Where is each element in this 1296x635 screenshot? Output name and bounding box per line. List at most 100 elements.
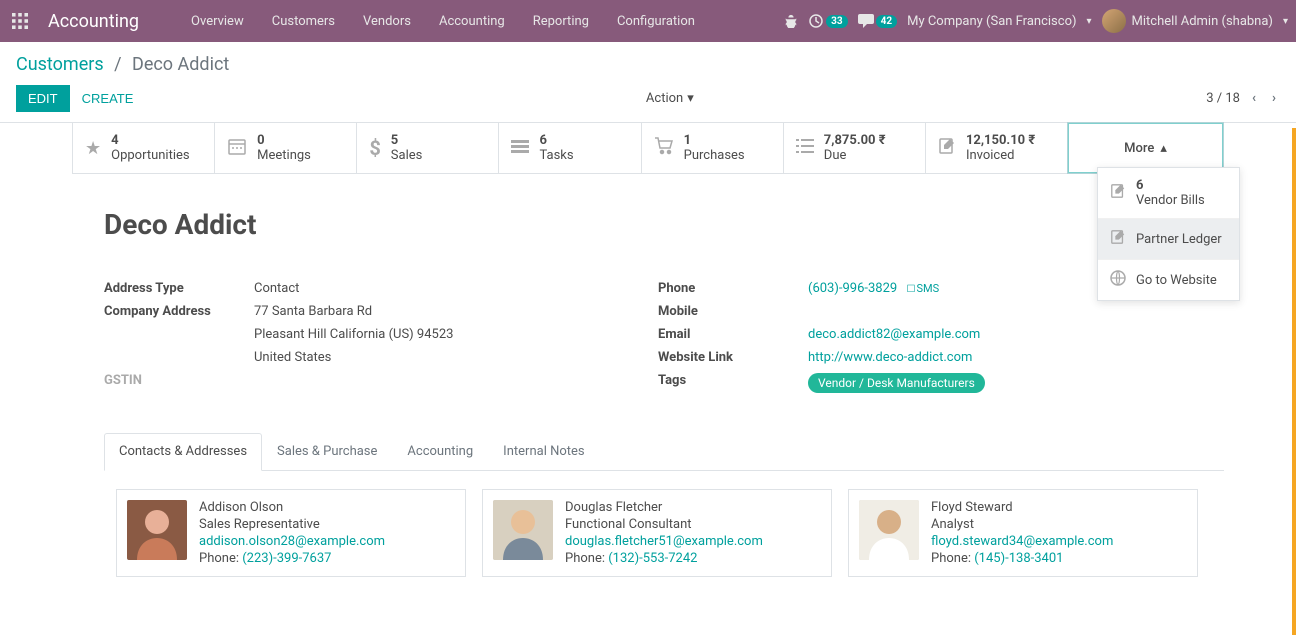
nav-accounting[interactable]: Accounting	[427, 4, 517, 39]
avatar	[493, 500, 553, 560]
action-label: Action	[646, 91, 683, 106]
avatar	[127, 500, 187, 560]
navbar: Accounting Overview Customers Vendors Ac…	[0, 0, 1296, 42]
contact-card[interactable]: Douglas Fletcher Functional Consultant d…	[482, 489, 832, 577]
chevron-up-icon: ▴	[1160, 141, 1167, 156]
phone-link[interactable]: (603)-996-3829	[808, 281, 897, 296]
stat-label: Opportunities	[111, 148, 189, 163]
contact-name: Addison Olson	[199, 500, 385, 515]
contact-info: Douglas Fletcher Functional Consultant d…	[565, 500, 763, 566]
company-name: My Company (San Francisco)	[907, 14, 1076, 29]
stat-label: Purchases	[684, 148, 745, 163]
label-phone: Phone	[658, 281, 808, 296]
pager-next[interactable]: ›	[1268, 87, 1280, 110]
more-num: 6	[1136, 178, 1205, 193]
stat-opportunities[interactable]: ★ 4Opportunities	[73, 123, 215, 173]
stat-more[interactable]: More ▴	[1068, 123, 1223, 173]
timer-icon[interactable]: 33	[808, 13, 847, 29]
stat-tasks[interactable]: 6Tasks	[499, 123, 641, 173]
dollar-icon: $	[369, 136, 380, 160]
bug-icon[interactable]	[784, 14, 798, 28]
contact-phone-link[interactable]: (145)-138-3401	[974, 551, 1063, 566]
stat-sales[interactable]: $ 5Sales	[357, 123, 499, 173]
nav-customers[interactable]: Customers	[260, 4, 347, 39]
scroll-edge	[1292, 128, 1296, 635]
label-gstin: GSTIN	[104, 373, 254, 388]
contact-email[interactable]: addison.olson28@example.com	[199, 534, 385, 549]
label-email: Email	[658, 327, 808, 342]
tab-contacts[interactable]: Contacts & Addresses	[104, 433, 262, 471]
breadcrumb: Customers / Deco Addict	[16, 54, 1280, 75]
tab-sales-purchase[interactable]: Sales & Purchase	[262, 433, 392, 470]
edit-button[interactable]: EDIT	[16, 85, 70, 112]
control-bar: EDIT CREATE Action ▾ 3 / 18 ‹ ›	[0, 85, 1296, 123]
user-name: Mitchell Admin (shabna)	[1132, 14, 1273, 29]
stat-label: Invoiced	[966, 148, 1035, 163]
nav-reporting[interactable]: Reporting	[521, 4, 601, 39]
edit-icon	[1110, 183, 1126, 203]
contact-email[interactable]: floyd.steward34@example.com	[931, 534, 1113, 549]
breadcrumb-current: Deco Addict	[132, 54, 229, 75]
value-address-type: Contact	[254, 281, 299, 296]
stat-num: 12,150.10 ₹	[966, 133, 1035, 148]
stat-label: Meetings	[257, 148, 311, 163]
stat-num: 4	[111, 133, 189, 148]
value-phone: (603)-996-3829 SMS	[808, 281, 939, 296]
contact-info: Addison Olson Sales Representative addis…	[199, 500, 385, 566]
sms-link[interactable]: SMS	[906, 282, 939, 295]
contact-card[interactable]: Floyd Steward Analyst floyd.steward34@ex…	[848, 489, 1198, 577]
user-menu[interactable]: Mitchell Admin (shabna) ▾	[1102, 9, 1288, 33]
website-link[interactable]: http://www.deco-addict.com	[808, 350, 972, 365]
chat-icon[interactable]: 42	[858, 14, 897, 28]
more-vendor-bills[interactable]: 6Vendor Bills	[1098, 168, 1239, 218]
tab-accounting[interactable]: Accounting	[392, 433, 488, 470]
contact-email[interactable]: douglas.fletcher51@example.com	[565, 534, 763, 549]
label-address-type: Address Type	[104, 281, 254, 296]
nav-right: 33 42 My Company (San Francisco) ▾ Mitch…	[784, 9, 1288, 33]
tab-internal-notes[interactable]: Internal Notes	[488, 433, 599, 470]
more-go-to-website[interactable]: Go to Website	[1098, 259, 1239, 300]
email-link[interactable]: deco.addict82@example.com	[808, 327, 980, 342]
calendar-icon	[227, 136, 247, 161]
contact-name: Douglas Fletcher	[565, 500, 763, 515]
stat-purchases[interactable]: 1Purchases	[642, 123, 784, 173]
stat-due[interactable]: 7,875.00 ₹Due	[784, 123, 926, 173]
star-icon: ★	[85, 138, 101, 159]
company-switcher[interactable]: My Company (San Francisco) ▾	[907, 14, 1091, 29]
stat-label: Due	[824, 148, 886, 163]
country: United States	[254, 350, 453, 365]
more-partner-ledger[interactable]: Partner Ledger	[1098, 218, 1239, 259]
contact-info: Floyd Steward Analyst floyd.steward34@ex…	[931, 500, 1113, 566]
contact-card[interactable]: Addison Olson Sales Representative addis…	[116, 489, 466, 577]
edit-icon	[938, 137, 956, 160]
breadcrumb-bar: Customers / Deco Addict	[0, 42, 1296, 85]
tag-badge[interactable]: Vendor / Desk Manufacturers	[808, 373, 985, 393]
breadcrumb-sep: /	[114, 54, 121, 75]
breadcrumb-root[interactable]: Customers	[16, 54, 104, 75]
stat-num: 6	[539, 133, 573, 148]
label-company-address: Company Address	[104, 304, 254, 319]
label-website: Website Link	[658, 350, 808, 365]
create-button[interactable]: CREATE	[82, 91, 134, 106]
more-dropdown: 6Vendor Bills Partner Ledger Go to Websi…	[1097, 167, 1240, 301]
street: 77 Santa Barbara Rd	[254, 304, 453, 319]
contact-phone-link[interactable]: (132)-553-7242	[608, 551, 697, 566]
more-label-text: Partner Ledger	[1136, 232, 1222, 247]
apps-icon[interactable]	[8, 9, 32, 33]
avatar	[859, 500, 919, 560]
nav-vendors[interactable]: Vendors	[351, 4, 423, 39]
contact-phone-link[interactable]: (223)-399-7637	[242, 551, 331, 566]
stat-num: 1	[684, 133, 745, 148]
more-label: More	[1124, 141, 1154, 156]
app-brand[interactable]: Accounting	[48, 11, 139, 32]
pager-prev[interactable]: ‹	[1248, 87, 1260, 110]
nav-overview[interactable]: Overview	[179, 4, 256, 39]
action-dropdown[interactable]: Action ▾	[646, 91, 694, 106]
city-line: Pleasant Hill California (US) 94523	[254, 327, 453, 342]
contact-phone-line: Phone: (223)-399-7637	[199, 551, 385, 566]
stat-invoiced[interactable]: 12,150.10 ₹Invoiced	[926, 123, 1068, 173]
contact-name: Floyd Steward	[931, 500, 1113, 515]
stat-num: 0	[257, 133, 311, 148]
stat-meetings[interactable]: 0Meetings	[215, 123, 357, 173]
nav-configuration[interactable]: Configuration	[605, 4, 707, 39]
